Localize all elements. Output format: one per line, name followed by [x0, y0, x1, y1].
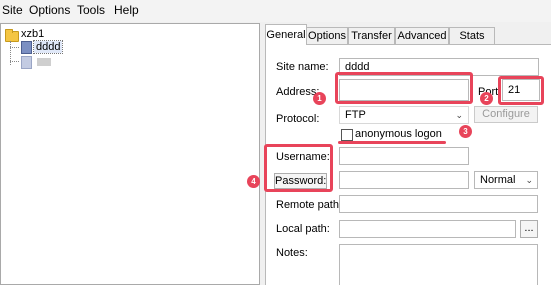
folder-icon [5, 29, 19, 42]
tab-general[interactable]: General [265, 24, 307, 45]
site-tree[interactable]: xzb1 dddd [0, 23, 260, 285]
chevron-down-icon: ⌄ [525, 175, 533, 185]
tree-folder-label[interactable]: xzb1 [21, 28, 44, 40]
menu-help[interactable]: Help [114, 3, 139, 17]
protocol-value: FTP [345, 109, 366, 121]
tree-site-blurred[interactable] [37, 58, 51, 66]
menu-tools[interactable]: Tools [77, 3, 105, 17]
site-name-label: Site name: [276, 61, 329, 73]
tree-site-dddd[interactable]: dddd [32, 40, 64, 54]
protocol-label: Protocol: [276, 113, 320, 125]
annotation-badge-4: 4 [247, 175, 260, 188]
browse-button[interactable]: ... [520, 220, 538, 238]
server-icon [21, 41, 32, 54]
remote-path-field[interactable] [339, 195, 538, 213]
tab-options[interactable]: Options [306, 27, 348, 44]
notes-label: Notes: [276, 247, 308, 259]
tree-connector [10, 47, 19, 48]
remote-path-label: Remote path: [276, 199, 343, 211]
annotation-badge-3: 3 [459, 125, 472, 138]
annotation-badge-2: 2 [480, 92, 493, 105]
menu-bar: Site Options Tools Help [0, 0, 551, 22]
tab-transfer[interactable]: Transfer [348, 27, 395, 44]
annotation-badge-1: 1 [313, 92, 326, 105]
annotation-box-address [335, 72, 473, 104]
server-icon [21, 56, 32, 69]
menu-options[interactable]: Options [29, 3, 70, 17]
username-field[interactable] [339, 147, 469, 165]
protocol-select[interactable]: FTP ⌄ [339, 106, 469, 124]
tab-stats[interactable]: Stats [449, 27, 495, 44]
chevron-down-icon: ⌄ [455, 110, 463, 120]
password-mode-value: Normal [480, 174, 516, 186]
configure-button[interactable]: Configure [474, 106, 538, 123]
annotation-box-port [498, 76, 544, 105]
annotation-underline-anonymous [338, 141, 446, 144]
local-path-field[interactable] [339, 220, 516, 238]
notes-field[interactable] [339, 244, 538, 285]
local-path-label: Local path: [276, 223, 330, 235]
annotation-box-credentials [264, 144, 333, 192]
menu-site[interactable]: Site [2, 3, 23, 17]
anonymous-logon-checkbox[interactable] [341, 129, 353, 141]
tab-advanced[interactable]: Advanced [395, 27, 449, 44]
anonymous-logon-label: anonymous logon [355, 128, 442, 140]
password-field[interactable] [339, 171, 469, 189]
tree-connector [10, 61, 19, 62]
password-mode-select[interactable]: Normal ⌄ [474, 171, 538, 189]
